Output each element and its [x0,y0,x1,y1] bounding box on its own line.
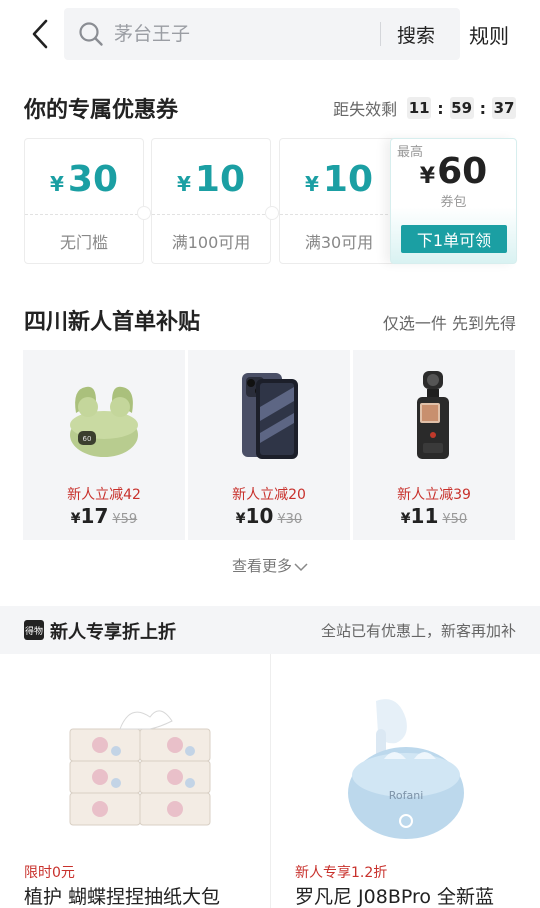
svg-text:60: 60 [83,435,92,443]
phone-icon [188,360,350,470]
countdown-seconds: 37 [492,97,516,119]
see-more-link[interactable]: 查看更多 [0,555,540,576]
camera-icon [353,360,515,470]
chevron-left-icon [32,19,48,49]
countdown-hours: 11 [407,97,432,119]
countdown-separator: : [437,98,444,118]
subsidy-product-card[interactable]: 60 新人立减42 ¥17 ¥59 [23,350,185,540]
coupon-card[interactable]: ¥10 满30可用 [279,138,399,264]
claim-coupon-pack-button[interactable]: 下1单可领 [401,225,507,253]
back-button[interactable] [22,14,58,54]
search-icon [79,22,103,46]
feed-product-name: 植护 蝴蝶捏捏抽纸大包 [24,886,221,908]
product-discount: 新人立减42 [67,487,141,503]
coupon-pack-label: 券包 [440,195,467,210]
coupon-pack-amount: ¥60 [419,151,488,192]
product-price: ¥11 ¥50 [400,504,468,528]
coupon-card[interactable]: ¥10 满100可用 [151,138,271,264]
product-discount: 新人立减20 [232,487,306,503]
coupon-condition: 满30可用 [304,233,374,252]
coupon-notch [137,206,151,220]
subsidy-subtitle: 仅选一件 先到先得 [382,314,516,333]
feed-product-tag: 限时0元 [24,865,75,881]
coupon-amount: ¥10 [304,159,374,200]
countdown-label: 距失效剩 [333,100,398,119]
feed-product-name: 罗凡尼 J08BPro 全新蓝 [295,886,495,908]
rules-link[interactable]: 规则 [469,20,509,49]
earbuds-icon: Rofani [271,684,540,854]
coupon-card[interactable]: ¥30 无门槛 [24,138,144,264]
subsidy-product-card[interactable]: 新人立减39 ¥11 ¥50 [353,350,515,540]
coupon-amount: ¥10 [176,159,246,200]
coupon-notch [265,206,279,220]
subsidy-product-card[interactable]: 新人立减20 ¥10 ¥30 [188,350,350,540]
product-price: ¥10 ¥30 [235,504,303,528]
search-button[interactable]: 搜索 [397,21,435,48]
search-input[interactable] [114,14,374,54]
countdown-separator: : [479,98,486,118]
coupon-countdown: 距失效剩 11 : 59 : 37 [333,96,516,120]
search-divider [380,22,381,46]
product-price: ¥17 ¥59 [70,504,138,528]
banner-subtitle: 全站已有优惠上，新客再加补 [320,622,516,640]
new-user-banner: 得物 新人专享折上折 全站已有优惠上，新客再加补 [0,606,540,654]
feed-product-card[interactable]: 限时0元 植护 蝴蝶捏捏抽纸大包 [0,654,270,908]
feed-product-card[interactable]: Rofani 新人专享1.2折 罗凡尼 J08BPro 全新蓝 [271,654,540,908]
feed-product-tag: 新人专享1.2折 [295,865,388,881]
top-bar: 搜索 规则 [0,0,540,68]
coupon-condition: 无门槛 [59,233,108,252]
svg-text:Rofani: Rofani [388,789,423,802]
earbuds-icon: 60 [23,360,185,470]
coupon-divider [25,214,143,215]
banner-title: 新人专享折上折 [50,622,176,643]
coupon-condition: 满100可用 [171,233,251,252]
tissue-pack-icon [0,684,270,854]
subsidy-section-title: 四川新人首单补贴 [24,310,201,335]
coupon-pack-card[interactable]: 最高 ¥60 券包 下1单可领 [390,138,517,264]
countdown-minutes: 59 [449,97,474,119]
search-box[interactable]: 搜索 [64,8,460,60]
see-more-label: 查看更多 [231,557,292,575]
brand-logo-icon: 得物 [24,620,44,640]
product-discount: 新人立减39 [397,487,471,503]
chevron-down-icon [294,562,308,571]
coupon-amount: ¥30 [49,159,119,200]
coupon-divider [280,214,398,215]
coupon-divider [152,214,270,215]
coupon-section-title: 你的专属优惠券 [24,98,179,123]
